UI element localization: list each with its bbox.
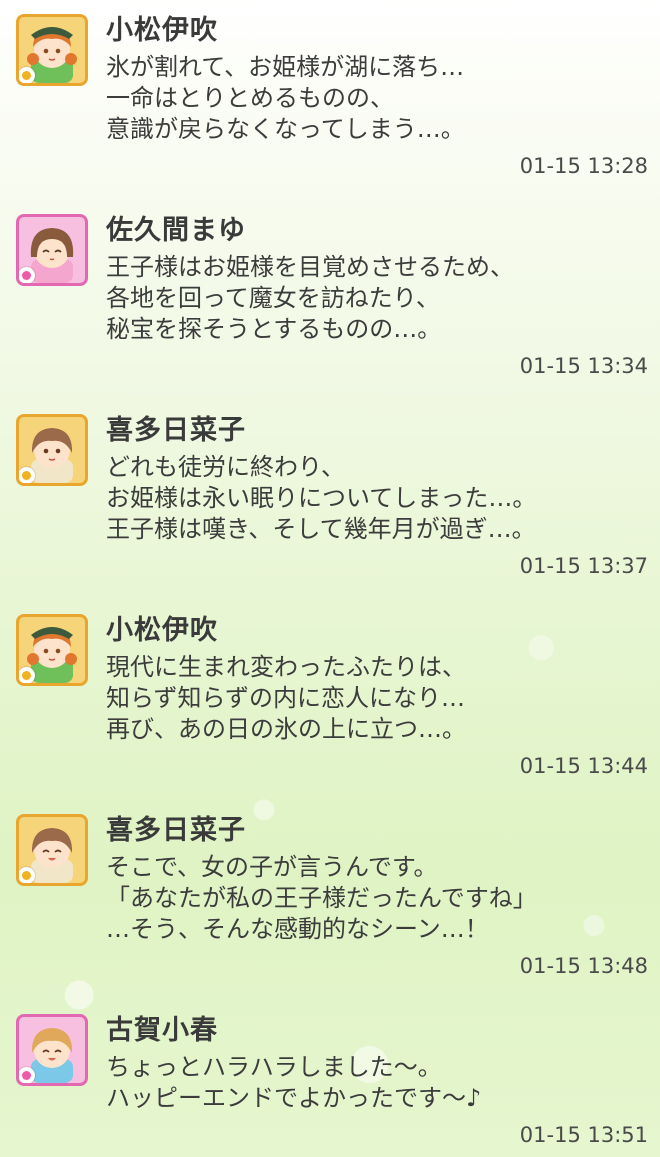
message-line: 意識が戻らなくなってしまう…。 <box>106 115 465 143</box>
message-item[interactable]: 古賀小春 ちょっとハラハラしました〜。 ハッピーエンドでよかったです〜♪ 01-… <box>0 1000 660 1157</box>
message-line: 再び、あの日の氷の上に立つ…。 <box>106 715 466 743</box>
timestamp: 01-15 13:34 <box>519 354 648 378</box>
message-text: ちょっとハラハラしました〜。 ハッピーエンドでよかったです〜♪ <box>106 1052 636 1114</box>
message-line: どれも徒労に終わり、 <box>106 453 346 481</box>
message-line: ハッピーエンドでよかったです〜♪ <box>106 1084 482 1112</box>
message-line: 現代に生まれ変わったふたりは、 <box>106 653 466 681</box>
message-text: そこで、女の子が言うんです。 「あなたが私の王子様だったんですね」 …そう、そん… <box>106 852 636 945</box>
message-line: 「あなたが私の王子様だったんですね」 <box>106 884 537 912</box>
type-badge-icon <box>19 67 35 83</box>
message-text: 王子様はお姫様を目覚めさせるため、 各地を回って魔女を訪ねたり、 秘宝を探そうと… <box>106 252 636 345</box>
type-badge-icon <box>19 1067 35 1083</box>
message-line: そこで、女の子が言うんです。 <box>106 853 438 881</box>
avatar[interactable] <box>16 814 88 886</box>
avatar[interactable] <box>16 414 88 486</box>
message-line: …そう、そんな感動的なシーン…！ <box>106 915 489 943</box>
type-badge-icon <box>19 467 35 483</box>
message-line: 各地を回って魔女を訪ねたり、 <box>106 284 440 312</box>
avatar[interactable] <box>16 214 88 286</box>
sender-name: 古賀小春 <box>106 1015 218 1046</box>
avatar[interactable] <box>16 614 88 686</box>
message-text: 現代に生まれ変わったふたりは、 知らず知らずの内に恋人になり… 再び、あの日の氷… <box>106 652 636 745</box>
message-line: 知らず知らずの内に恋人になり… <box>106 684 466 712</box>
message-item[interactable]: 喜多日菜子 そこで、女の子が言うんです。 「あなたが私の王子様だったんですね」 … <box>0 800 660 996</box>
type-badge-icon <box>19 867 35 883</box>
message-item[interactable]: 小松伊吹 現代に生まれ変わったふたりは、 知らず知らずの内に恋人になり… 再び、… <box>0 600 660 796</box>
timestamp: 01-15 13:37 <box>519 554 648 578</box>
sender-name: 喜多日菜子 <box>106 415 246 446</box>
message-line: ちょっとハラハラしました〜。 <box>106 1053 442 1081</box>
timestamp: 01-15 13:28 <box>519 154 648 178</box>
avatar[interactable] <box>16 14 88 86</box>
message-text: どれも徒労に終わり、 お姫様は永い眠りについてしまった…。 王子様は嘆き、そして… <box>106 452 636 545</box>
message-line: 氷が割れて、お姫様が湖に落ち… <box>106 53 465 81</box>
message-line: 一命はとりとめるものの、 <box>106 84 394 112</box>
message-line: お姫様は永い眠りについてしまった…。 <box>106 484 537 512</box>
sender-name: 小松伊吹 <box>106 15 218 46</box>
message-line: 秘宝を探そうとするものの…。 <box>106 315 442 343</box>
message-item[interactable]: 小松伊吹 氷が割れて、お姫様が湖に落ち… 一命はとりとめるものの、 意識が戻らな… <box>0 0 660 196</box>
timestamp: 01-15 13:48 <box>519 954 648 978</box>
sender-name: 喜多日菜子 <box>106 815 246 846</box>
message-text: 氷が割れて、お姫様が湖に落ち… 一命はとりとめるものの、 意識が戻らなくなってし… <box>106 52 636 145</box>
avatar[interactable] <box>16 1014 88 1086</box>
message-line: 王子様は嘆き、そして幾年月が過ぎ…。 <box>106 515 536 543</box>
type-badge-icon <box>19 267 35 283</box>
message-line: 王子様はお姫様を目覚めさせるため、 <box>106 253 514 281</box>
timestamp: 01-15 13:44 <box>519 754 648 778</box>
timestamp: 01-15 13:51 <box>519 1123 648 1147</box>
sender-name: 佐久間まゆ <box>106 215 246 246</box>
message-item[interactable]: 佐久間まゆ 王子様はお姫様を目覚めさせるため、 各地を回って魔女を訪ねたり、 秘… <box>0 200 660 396</box>
sender-name: 小松伊吹 <box>106 615 218 646</box>
type-badge-icon <box>19 667 35 683</box>
message-item[interactable]: 喜多日菜子 どれも徒労に終わり、 お姫様は永い眠りについてしまった…。 王子様は… <box>0 400 660 596</box>
